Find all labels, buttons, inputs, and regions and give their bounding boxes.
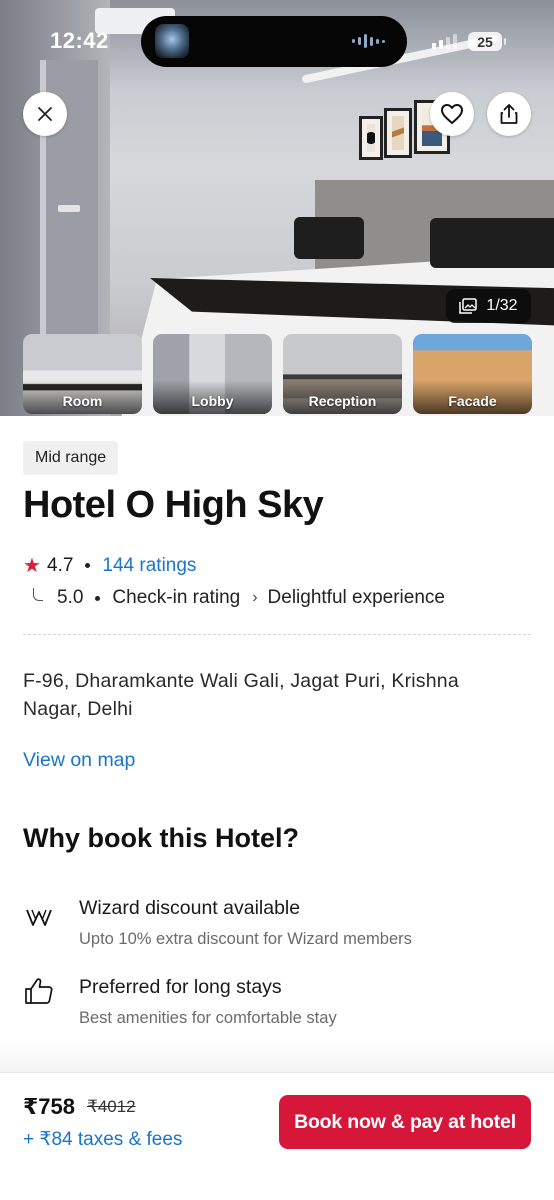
checkin-verdict: Delightful experience [267, 587, 445, 608]
thumbs-up-icon [25, 978, 53, 1004]
thumbnail-label: Lobby [191, 393, 234, 409]
status-time: 12:42 [50, 28, 109, 53]
close-icon [38, 107, 52, 121]
feature-subtitle: Upto 10% extra discount for Wizard membe… [79, 930, 412, 948]
photo-counter[interactable]: 1/32 [446, 289, 531, 323]
divider [23, 634, 531, 635]
feature-title: Wizard discount available [79, 897, 301, 919]
hero-pillow [430, 218, 554, 268]
booking-bar: ₹758 ₹4012 + ₹84 taxes & fees Book now &… [0, 1072, 554, 1200]
book-now-button[interactable]: Book now & pay at hotel [279, 1095, 531, 1149]
separator-dot [85, 563, 91, 568]
share-button[interactable] [487, 92, 531, 136]
hero-wall-art [359, 116, 383, 160]
feature-subtitle: Best amenities for comfortable stay [79, 1009, 337, 1027]
feature-title: Preferred for long stays [79, 976, 282, 998]
price: ₹758 [23, 1094, 76, 1119]
hero-wall-art [384, 108, 412, 158]
rating-value: 4.7 [47, 554, 74, 576]
ratings-count-link[interactable]: 144 ratings [102, 555, 196, 577]
checkin-rating-row[interactable]: 5.0 Check-in rating › Delightful experie… [23, 587, 445, 609]
thumbnail-room[interactable]: Room [23, 334, 142, 414]
close-button[interactable] [23, 92, 67, 136]
hotel-address: F-96, Dharamkante Wali Gali, Jagat Puri,… [23, 670, 459, 720]
wizard-logo-icon [26, 909, 52, 926]
why-book-title: Why book this Hotel? [23, 823, 299, 853]
dynamic-island [141, 16, 407, 67]
gallery-icon [459, 298, 478, 314]
favorite-button[interactable] [430, 92, 474, 136]
thumbnail-label: Room [62, 393, 103, 409]
separator-dot [95, 595, 101, 601]
heart-icon [441, 104, 463, 124]
thumbnail-lobby[interactable]: Lobby [153, 334, 272, 414]
chevron-right-icon: › [252, 589, 258, 606]
category-badge: Mid range [23, 441, 119, 475]
checkin-score: 5.0 [57, 587, 84, 608]
star-icon: ★ [23, 555, 41, 577]
thumbnail-label: Reception [308, 393, 377, 409]
now-playing-artwork [155, 24, 189, 58]
audio-wave-icon [352, 34, 385, 48]
tree-branch-icon [23, 588, 57, 608]
view-on-map-link[interactable]: View on map [23, 749, 135, 772]
share-icon [500, 104, 518, 124]
thumbnail-facade[interactable]: Facade [413, 334, 532, 414]
taxes-fees-link[interactable]: + ₹84 taxes & fees [23, 1128, 182, 1151]
battery-icon: 25 [468, 32, 506, 51]
photo-thumbnails: Room Lobby Reception Facade [23, 334, 532, 414]
original-price: ₹4012 [87, 1097, 136, 1116]
hero-pillow [294, 217, 364, 259]
checkin-label: Check-in rating [112, 587, 241, 608]
thumbnail-reception[interactable]: Reception [283, 334, 402, 414]
signal-icon [432, 34, 457, 49]
section-separator [0, 1038, 554, 1072]
hero-door-handle [58, 205, 80, 212]
hotel-name: Hotel O High Sky [23, 484, 324, 526]
photo-counter-text: 1/32 [486, 297, 518, 314]
rating-row: ★ 4.7 144 ratings [23, 553, 196, 578]
thumbnail-label: Facade [448, 393, 497, 409]
